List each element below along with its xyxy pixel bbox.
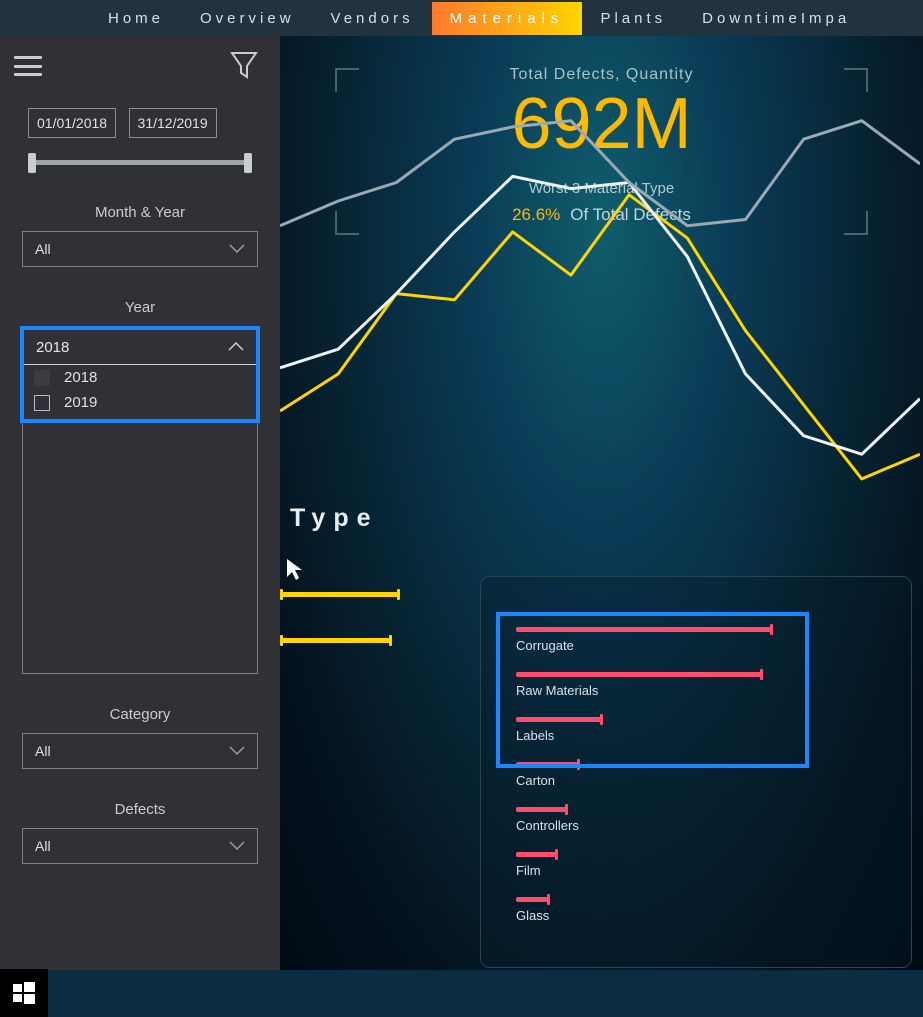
bar-row: Carton (516, 762, 771, 807)
month-year-label: Month & Year (0, 204, 280, 221)
date-from-input[interactable]: 01/01/2018 (28, 108, 116, 138)
hamburger-icon[interactable] (14, 56, 42, 76)
year-option-2019[interactable]: 2019 (24, 390, 256, 415)
frame-corner (844, 68, 868, 92)
month-year-select[interactable]: All (22, 231, 258, 267)
bar-label: Controllers (516, 818, 771, 833)
date-to-input[interactable]: 31/12/2019 (129, 108, 217, 138)
bar-label: Carton (516, 773, 771, 788)
bar-label: Glass (516, 908, 771, 923)
checkbox-icon (34, 395, 50, 411)
year-option-2018[interactable]: 2018 (24, 365, 256, 390)
tab-plants[interactable]: Plants (582, 2, 684, 35)
bar (516, 852, 556, 857)
bar-label: Film (516, 863, 771, 878)
tab-materials[interactable]: Materials (432, 2, 583, 35)
chevron-up-icon (228, 339, 244, 356)
date-range-slider[interactable] (28, 152, 252, 172)
mouse-cursor-icon (286, 558, 306, 588)
chevron-down-icon (229, 838, 245, 854)
defects-label: Defects (0, 801, 280, 818)
windows-start-button[interactable] (0, 969, 48, 1017)
year-select-open[interactable]: 2018 2018 2019 (20, 326, 260, 423)
highlight-box (496, 612, 809, 768)
windows-icon (13, 982, 35, 1004)
checkbox-icon (34, 370, 50, 386)
tab-vendors[interactable]: Vendors (313, 2, 432, 35)
kpi-title: Total Defects, Quantity (510, 66, 694, 84)
main-canvas: Total Defects, Quantity 692M Worst 3 Mat… (280, 36, 923, 970)
category-select[interactable]: All (22, 733, 258, 769)
bar-row: Glass (516, 897, 771, 942)
defects-select[interactable]: All (22, 828, 258, 864)
bar-row: Film (516, 852, 771, 897)
chevron-down-icon (229, 743, 245, 759)
trend-lines-chart (280, 96, 920, 516)
yellow-bar (280, 592, 398, 597)
yellow-bar (280, 638, 390, 643)
bar-row: Controllers (516, 807, 771, 852)
bar (516, 897, 548, 902)
bar (516, 807, 566, 812)
frame-corner (335, 68, 359, 92)
filter-icon[interactable] (230, 50, 258, 85)
tab-downtime[interactable]: DowntimeImpa (684, 2, 868, 35)
tab-overview[interactable]: Overview (182, 2, 313, 35)
year-label: Year (0, 299, 280, 316)
category-label: Category (0, 706, 280, 723)
top-nav: Home Overview Vendors Materials Plants D… (0, 0, 923, 36)
chevron-down-icon (229, 241, 245, 257)
year-list-panel (22, 423, 258, 674)
section-title: Type (290, 504, 379, 533)
tab-home[interactable]: Home (90, 2, 182, 35)
year-selected: 2018 (36, 339, 69, 356)
filter-sidebar: 01/01/2018 31/12/2019 Month & Year All Y… (0, 36, 280, 970)
date-range-row: 01/01/2018 31/12/2019 (28, 108, 280, 138)
